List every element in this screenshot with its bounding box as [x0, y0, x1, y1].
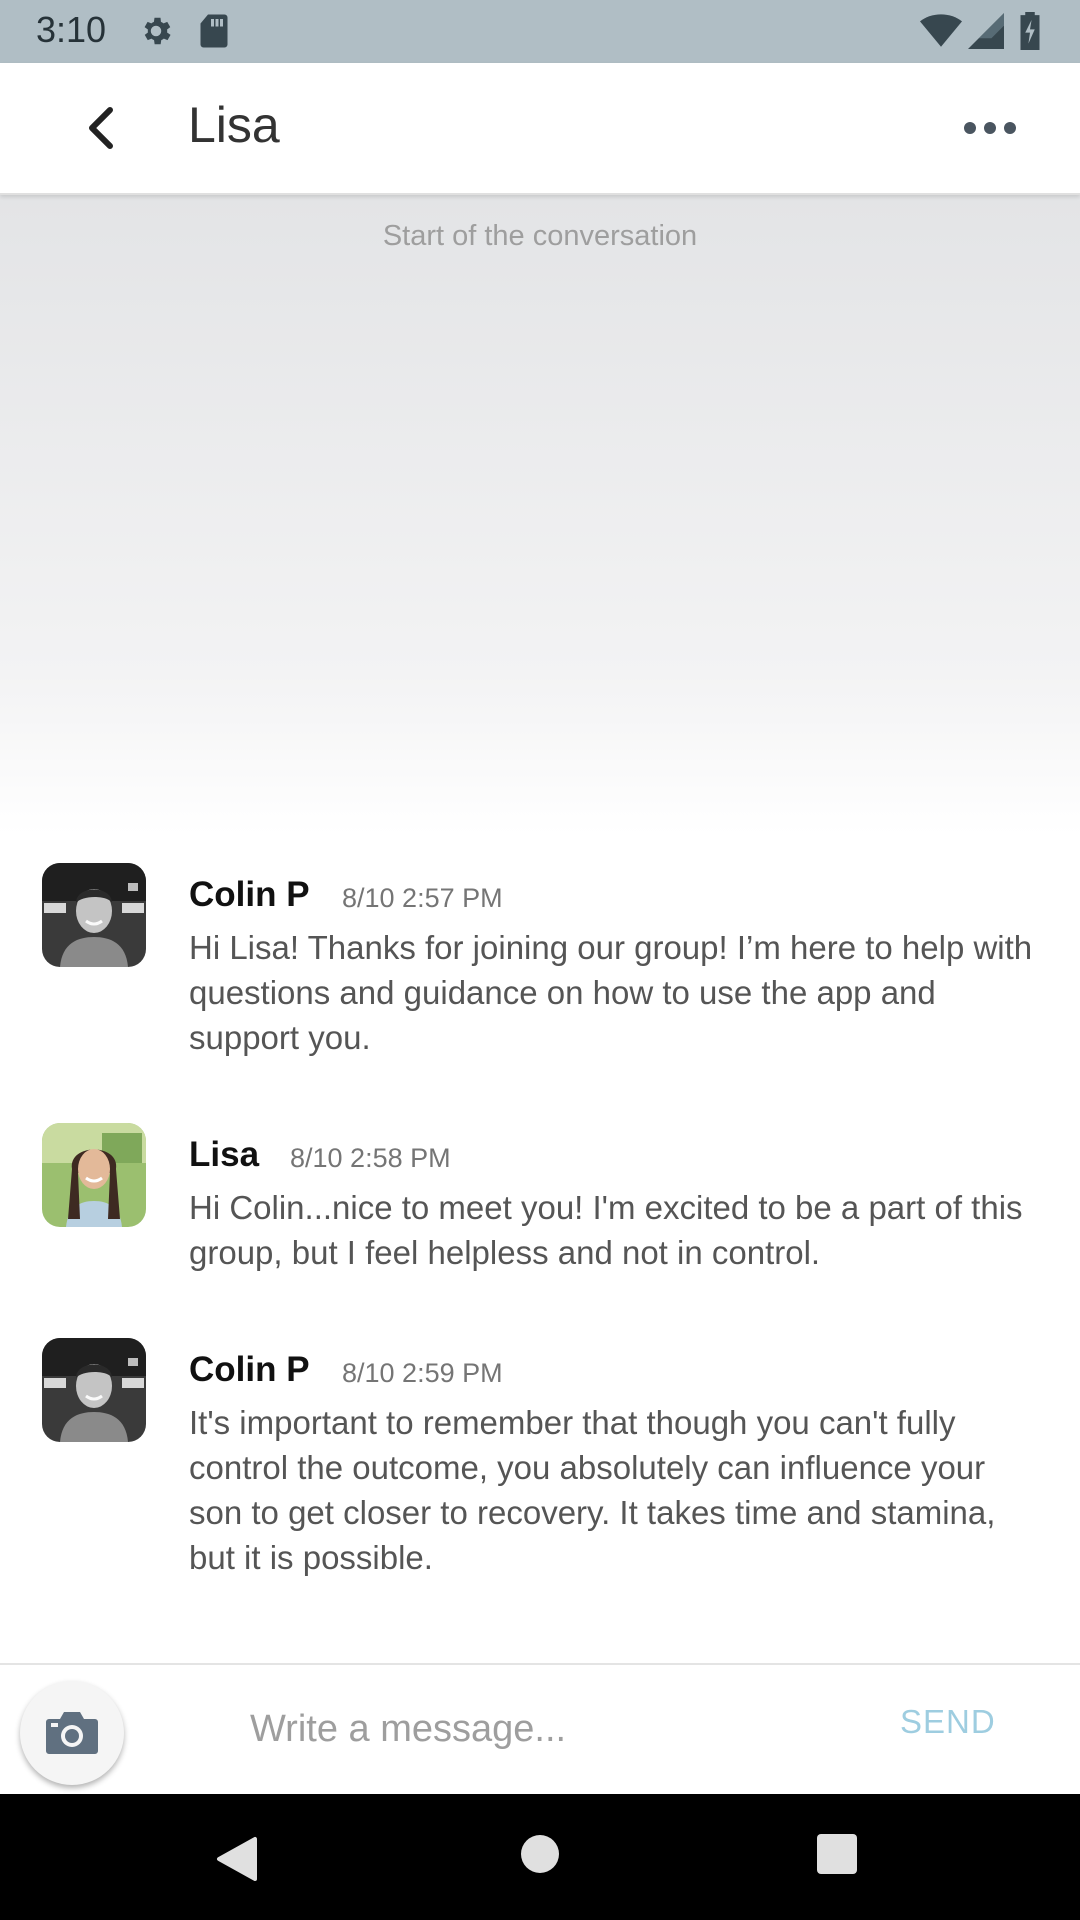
back-button[interactable] [72, 98, 132, 158]
home-circle-icon [521, 1835, 559, 1873]
avatar-lisa[interactable] [42, 1123, 146, 1227]
status-bar: 3:10 [0, 0, 1080, 63]
message-text: Hi Colin...nice to meet you! I'm excited… [189, 1189, 1023, 1271]
nav-recents-button[interactable] [816, 1833, 858, 1880]
signal-icon [968, 13, 1004, 54]
message-text: Hi Lisa! Thanks for joining our group! I… [189, 929, 1033, 1056]
avatar-colin[interactable] [42, 1338, 146, 1442]
conversation-start-label: Start of the conversation [382, 220, 698, 252]
message-sender: Colin P [189, 1350, 310, 1389]
more-options-button[interactable] [960, 108, 1020, 148]
message-timestamp: 8/10 2:57 PM [342, 883, 503, 913]
message-text: It's important to remember that though y… [189, 1404, 996, 1576]
wifi-icon [920, 13, 962, 54]
message-input[interactable] [240, 1693, 860, 1765]
avatar-colin[interactable] [42, 863, 146, 967]
back-triangle-icon [217, 1837, 257, 1881]
camera-icon [46, 1712, 98, 1754]
recents-square-icon [817, 1834, 857, 1874]
page-title: Lisa [188, 97, 280, 153]
status-time: 3:10 [36, 9, 107, 50]
gear-icon [138, 13, 174, 54]
sd-card-icon [198, 13, 230, 54]
message-timestamp: 8/10 2:58 PM [290, 1143, 451, 1173]
send-button[interactable]: SEND [900, 1703, 996, 1741]
conversation-header-fade [0, 195, 1080, 835]
chevron-left-icon [89, 107, 113, 149]
message-timestamp: 8/10 2:59 PM [342, 1358, 503, 1388]
more-horizontal-icon [964, 122, 1016, 134]
camera-button[interactable] [20, 1681, 124, 1785]
message-sender: Colin P [189, 875, 310, 914]
system-nav-bar [0, 1794, 1080, 1920]
conversation-view[interactable]: Start of the conversation Colin P 8/10 2… [0, 195, 1080, 1663]
battery-icon [1018, 12, 1042, 55]
nav-home-button[interactable] [520, 1834, 560, 1879]
message-sender: Lisa [189, 1135, 260, 1174]
nav-back-button[interactable] [215, 1836, 259, 1887]
app-bar: Lisa [0, 63, 1080, 195]
message-composer: SEND [0, 1663, 1080, 1796]
